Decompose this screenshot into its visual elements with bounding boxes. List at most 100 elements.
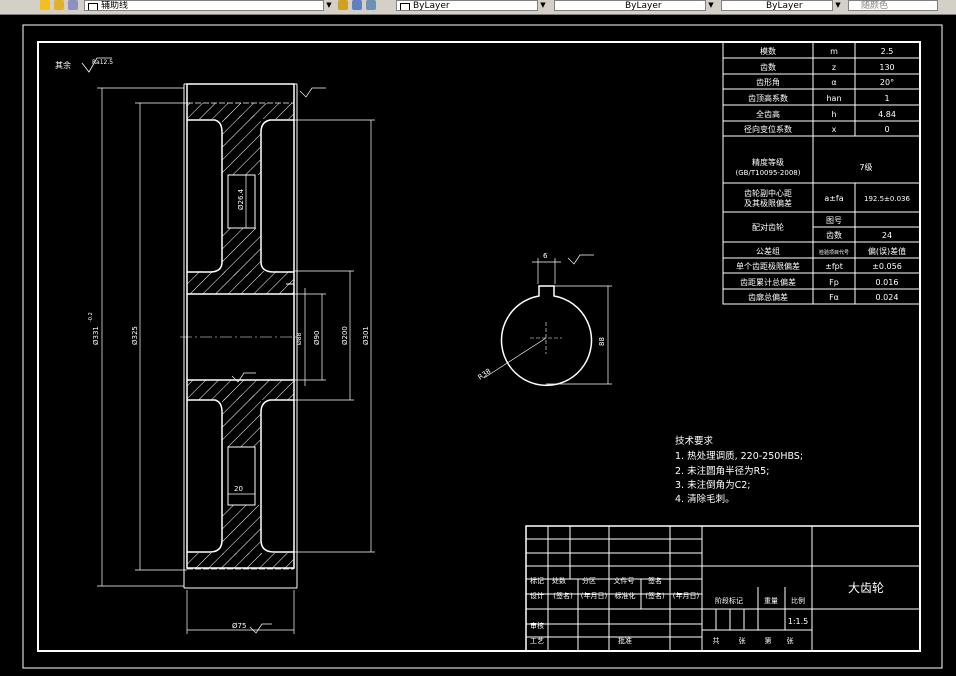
svg-text:共: 共 <box>713 636 720 645</box>
svg-text:0.024: 0.024 <box>876 293 899 302</box>
layer-match-icon[interactable] <box>366 0 376 10</box>
svg-text:24: 24 <box>882 231 892 240</box>
svg-text:张: 张 <box>787 636 794 645</box>
svg-text:径向变位系数: 径向变位系数 <box>744 124 792 134</box>
color-dropdown[interactable]: ByLayer <box>396 0 548 11</box>
svg-text:Ø75: Ø75 <box>232 622 246 630</box>
svg-text:分区: 分区 <box>582 576 596 585</box>
svg-text:工艺: 工艺 <box>530 637 544 645</box>
linetype-dropdown-value: ByLayer <box>625 1 662 11</box>
svg-text:R38: R38 <box>477 367 493 381</box>
svg-text:20: 20 <box>234 485 243 493</box>
svg-text:设计: 设计 <box>530 591 544 600</box>
svg-text:x: x <box>832 125 837 134</box>
svg-text:3. 未注倒角为C2;: 3. 未注倒角为C2; <box>675 479 750 491</box>
color-dropdown-value: ByLayer <box>413 1 450 11</box>
svg-text:4. 清除毛刺。: 4. 清除毛刺。 <box>675 493 735 505</box>
svg-text:阶段标记: 阶段标记 <box>715 596 743 605</box>
gear-parameter-text: 模数 m 2.5 齿数 z 130 齿形角 α 20° 齿顶高系数 han 1 … <box>736 46 911 302</box>
keyway-end-view <box>483 254 612 387</box>
svg-text:齿距累计总偏差: 齿距累计总偏差 <box>740 277 796 287</box>
svg-text:±fpt: ±fpt <box>825 262 843 271</box>
drawing-canvas[interactable]: 其余 Ra12.5 Ø331 -0.2 Ø325 Ø301 Ø200 Ø90 Ø… <box>0 14 956 676</box>
svg-text:处数: 处数 <box>552 576 566 585</box>
svg-text:Fα: Fα <box>829 293 839 302</box>
chevron-down-icon[interactable]: ▼ <box>705 0 716 11</box>
lineweight-dropdown-value: ByLayer <box>766 1 803 11</box>
svg-text:(年月日): (年月日) <box>581 591 608 600</box>
lower-web-hatch-b <box>222 505 261 555</box>
svg-text:(年月日): (年月日) <box>673 591 700 600</box>
svg-text:h: h <box>831 110 836 119</box>
svg-text:单个齿距极限偏差: 单个齿距极限偏差 <box>736 261 800 271</box>
properties-toolbar: 辅助线 ▼ ByLayer ▼ ByLayer ▼ ByLayer ▼ 随颜色 <box>0 0 956 15</box>
svg-text:Fp: Fp <box>829 278 839 287</box>
svg-text:-0.2: -0.2 <box>88 312 94 322</box>
technical-requirements: 技术要求 1. 热处理调质, 220-250HBS; 2. 未注圆角半径为R5;… <box>675 435 803 505</box>
chevron-down-icon[interactable]: ▼ <box>323 0 334 11</box>
svg-text:192.5±0.036: 192.5±0.036 <box>864 195 910 203</box>
chevron-down-icon[interactable]: ▼ <box>832 0 843 11</box>
svg-text:0.016: 0.016 <box>876 278 899 287</box>
layer-dropdown[interactable]: 辅助线 <box>84 0 324 11</box>
svg-text:大齿轮: 大齿轮 <box>848 581 884 595</box>
svg-text:Ø26.4: Ø26.4 <box>237 188 245 210</box>
svg-text:Ø325: Ø325 <box>131 326 139 345</box>
svg-text:2. 未注圆角半径为R5;: 2. 未注圆角半径为R5; <box>675 465 769 477</box>
chevron-down-icon[interactable]: ▼ <box>537 0 548 11</box>
svg-text:张: 张 <box>739 636 746 645</box>
svg-text:han: han <box>826 94 841 103</box>
svg-text:88: 88 <box>598 337 606 346</box>
svg-text:全齿高: 全齿高 <box>756 109 780 119</box>
color-swatch <box>400 3 410 10</box>
svg-text:4.84: 4.84 <box>878 110 896 119</box>
upper-web-hatch-b <box>222 228 261 276</box>
svg-text:审核: 审核 <box>530 621 544 630</box>
plotstyle-dropdown[interactable]: 随颜色 <box>848 0 938 11</box>
svg-text:Ø88: Ø88 <box>296 332 303 345</box>
linetype-dropdown[interactable]: ByLayer <box>554 0 716 11</box>
lower-web-hatch-a <box>222 395 261 447</box>
lower-rim-hatch <box>187 553 294 569</box>
gear-section-view <box>180 83 300 589</box>
svg-text:偏(误)差值: 偏(误)差值 <box>868 246 906 256</box>
layer-color-swatch <box>88 3 98 10</box>
svg-text:图号: 图号 <box>826 216 842 225</box>
layer-freeze-icon[interactable] <box>54 0 64 10</box>
svg-text:1: 1 <box>884 94 889 103</box>
svg-text:签名: 签名 <box>648 576 662 585</box>
svg-text:2.5: 2.5 <box>881 47 894 56</box>
svg-text:a±fa: a±fa <box>824 194 843 203</box>
lineweight-dropdown[interactable]: ByLayer <box>721 0 843 11</box>
svg-text:20°: 20° <box>880 78 894 87</box>
svg-text:(签名): (签名) <box>645 591 665 600</box>
svg-text:m: m <box>830 47 838 56</box>
layer-dropdown-value: 辅助线 <box>101 1 129 11</box>
svg-text:及其极限偏差: 及其极限偏差 <box>744 198 792 208</box>
svg-text:1. 热处理调质, 220-250HBS;: 1. 热处理调质, 220-250HBS; <box>675 450 803 462</box>
svg-text:α: α <box>831 78 836 87</box>
upper-web-hatch-a <box>222 115 261 175</box>
svg-text:批准: 批准 <box>618 636 632 645</box>
svg-text:齿顶高系数: 齿顶高系数 <box>748 93 788 103</box>
svg-text:配对齿轮: 配对齿轮 <box>752 222 784 232</box>
svg-text:重量: 重量 <box>764 597 778 605</box>
make-current-icon[interactable] <box>338 0 348 10</box>
svg-text:0: 0 <box>884 125 889 134</box>
svg-text:公差组: 公差组 <box>756 246 780 256</box>
layer-lock-icon[interactable] <box>68 0 78 10</box>
svg-text:其余: 其余 <box>55 60 71 70</box>
svg-text:精度等级: 精度等级 <box>752 157 784 167</box>
svg-text:齿轮副中心距: 齿轮副中心距 <box>744 188 792 198</box>
svg-text:(签名): (签名) <box>553 591 573 600</box>
svg-text:Ø90: Ø90 <box>313 331 321 345</box>
svg-text:齿形角: 齿形角 <box>756 77 780 87</box>
layer-previous-icon[interactable] <box>352 0 362 10</box>
svg-text:7级: 7级 <box>859 162 872 172</box>
svg-text:Ra12.5: Ra12.5 <box>92 59 113 66</box>
svg-text:第: 第 <box>765 636 772 645</box>
svg-text:齿数: 齿数 <box>826 230 842 240</box>
svg-text:±0.056: ±0.056 <box>872 262 902 271</box>
layer-state-icon[interactable] <box>40 0 50 10</box>
svg-text:Ø331: Ø331 <box>92 326 100 345</box>
